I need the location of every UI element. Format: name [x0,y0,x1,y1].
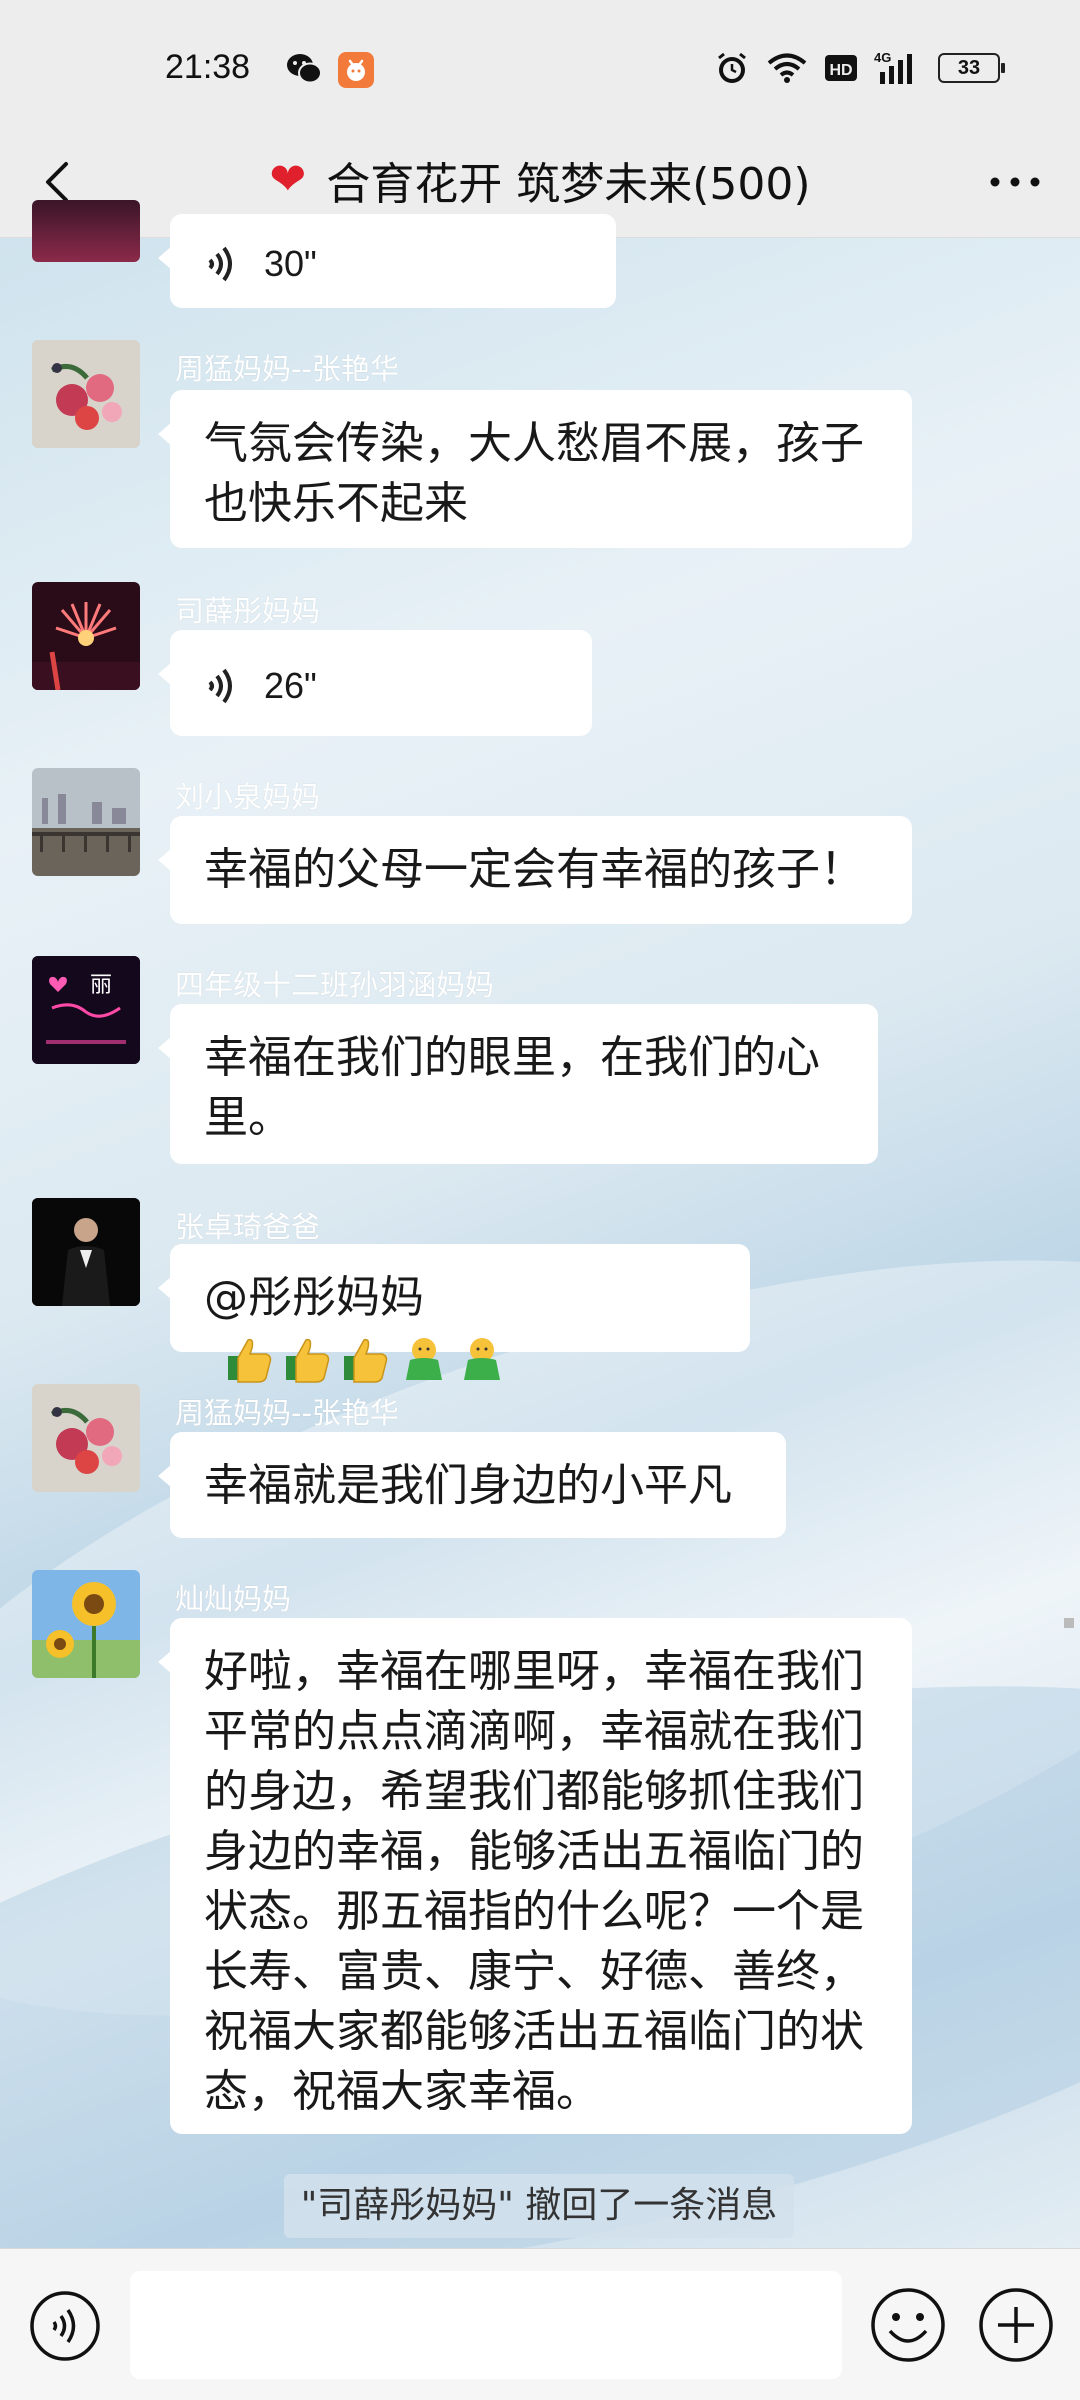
more-options-icon[interactable] [980,152,1050,212]
wifi-icon [767,53,807,83]
sender-name: 周猛妈妈--张艳华 [175,352,399,386]
heart-icon: ❤ [269,154,307,205]
voice-wave-icon [208,246,232,282]
thumbs-up-emoji [344,1338,388,1383]
hug-emoji [464,1338,500,1380]
avatar[interactable] [32,200,140,262]
alarm-icon [718,52,746,83]
message-text: 气氛会传染，大人愁眉不展，孩子也快乐不起来 [204,418,864,529]
voice-duration: 26" [264,665,317,706]
avatar[interactable] [32,582,140,690]
text-message-bubble[interactable]: 气氛会传染，大人愁眉不展，孩子也快乐不起来 [158,390,912,548]
sender-name: 张卓琦爸爸 [175,1210,321,1244]
avatar[interactable] [32,1384,140,1492]
status-icons: HD 4G 33 [714,50,1005,86]
scroll-indicator[interactable] [1064,1618,1074,1628]
hd-icon: HD [825,55,857,81]
emoji-row [224,1334,508,1386]
status-bar: 21:38 HD 4G 33 [0,0,1080,130]
app-notification-icon [338,52,374,88]
voice-message-bubble[interactable]: 30" [158,214,616,308]
voice-wave-icon [208,668,232,704]
message-text: @彤彤妈妈 [204,1272,424,1323]
avatar[interactable] [32,768,140,876]
voice-message-bubble[interactable]: 26" [158,630,592,736]
text-message-bubble[interactable]: 幸福就是我们身边的小平凡 [158,1432,786,1538]
hug-emoji [406,1338,442,1380]
sender-name: 灿灿妈妈 [175,1582,292,1616]
text-message-bubble[interactable]: 幸福的父母一定会有幸福的孩子！ [158,816,912,924]
wechat-icon [287,54,322,84]
message-text: 好啦，幸福在哪里呀，幸福在我们平常的点点滴滴啊，幸福就在我们的身边，希望我们都能… [204,1646,864,2117]
input-bar [0,2248,1080,2400]
text-message-bubble[interactable]: 幸福在我们的眼里，在我们的心里。 [158,1004,878,1164]
thumbs-up-emoji [286,1338,330,1383]
add-attachment-icon[interactable] [976,2285,1056,2365]
voice-duration: 30" [264,243,317,284]
group-name: 合育花开 筑梦未来(500) [326,159,811,210]
svg-text:HD: HD [829,62,852,79]
sender-name: 周猛妈妈--张艳华 [175,1396,399,1430]
message-input[interactable] [130,2271,842,2379]
recall-notice: "司薛彤妈妈" 撤回了一条消息 [284,2174,794,2238]
message-text: 幸福的父母一定会有幸福的孩子！ [204,844,864,895]
sender-name: 刘小泉妈妈 [175,780,321,814]
text-message-bubble[interactable]: @彤彤妈妈 [158,1244,750,1383]
chat-title: ❤ 合育花开 筑梦未来(500) [0,148,1080,212]
sender-name: 四年级十二班孙羽涵妈妈 [175,968,495,1002]
avatar[interactable] [32,1570,140,1678]
message-text: 幸福就是我们身边的小平凡 [204,1460,732,1511]
voice-input-icon[interactable] [28,2289,102,2363]
sender-name: 司薛彤妈妈 [175,594,321,628]
avatar[interactable]: 丽 [32,956,140,1064]
emoji-icon[interactable] [868,2285,948,2365]
battery-indicator: 33 [938,53,1005,83]
avatar[interactable] [32,340,140,448]
text-message-bubble[interactable]: 好啦，幸福在哪里呀，幸福在我们平常的点点滴滴啊，幸福就在我们的身边，希望我们都能… [158,1618,912,2134]
avatar-text: 丽 [90,973,112,998]
signal-icon: 4G [874,50,912,84]
svg-text:4G: 4G [874,50,891,65]
status-time: 21:38 [165,48,251,86]
message-text: 幸福在我们的眼里，在我们的心里。 [204,1032,820,1143]
avatar[interactable] [32,1198,140,1306]
thumbs-up-emoji [228,1338,272,1383]
